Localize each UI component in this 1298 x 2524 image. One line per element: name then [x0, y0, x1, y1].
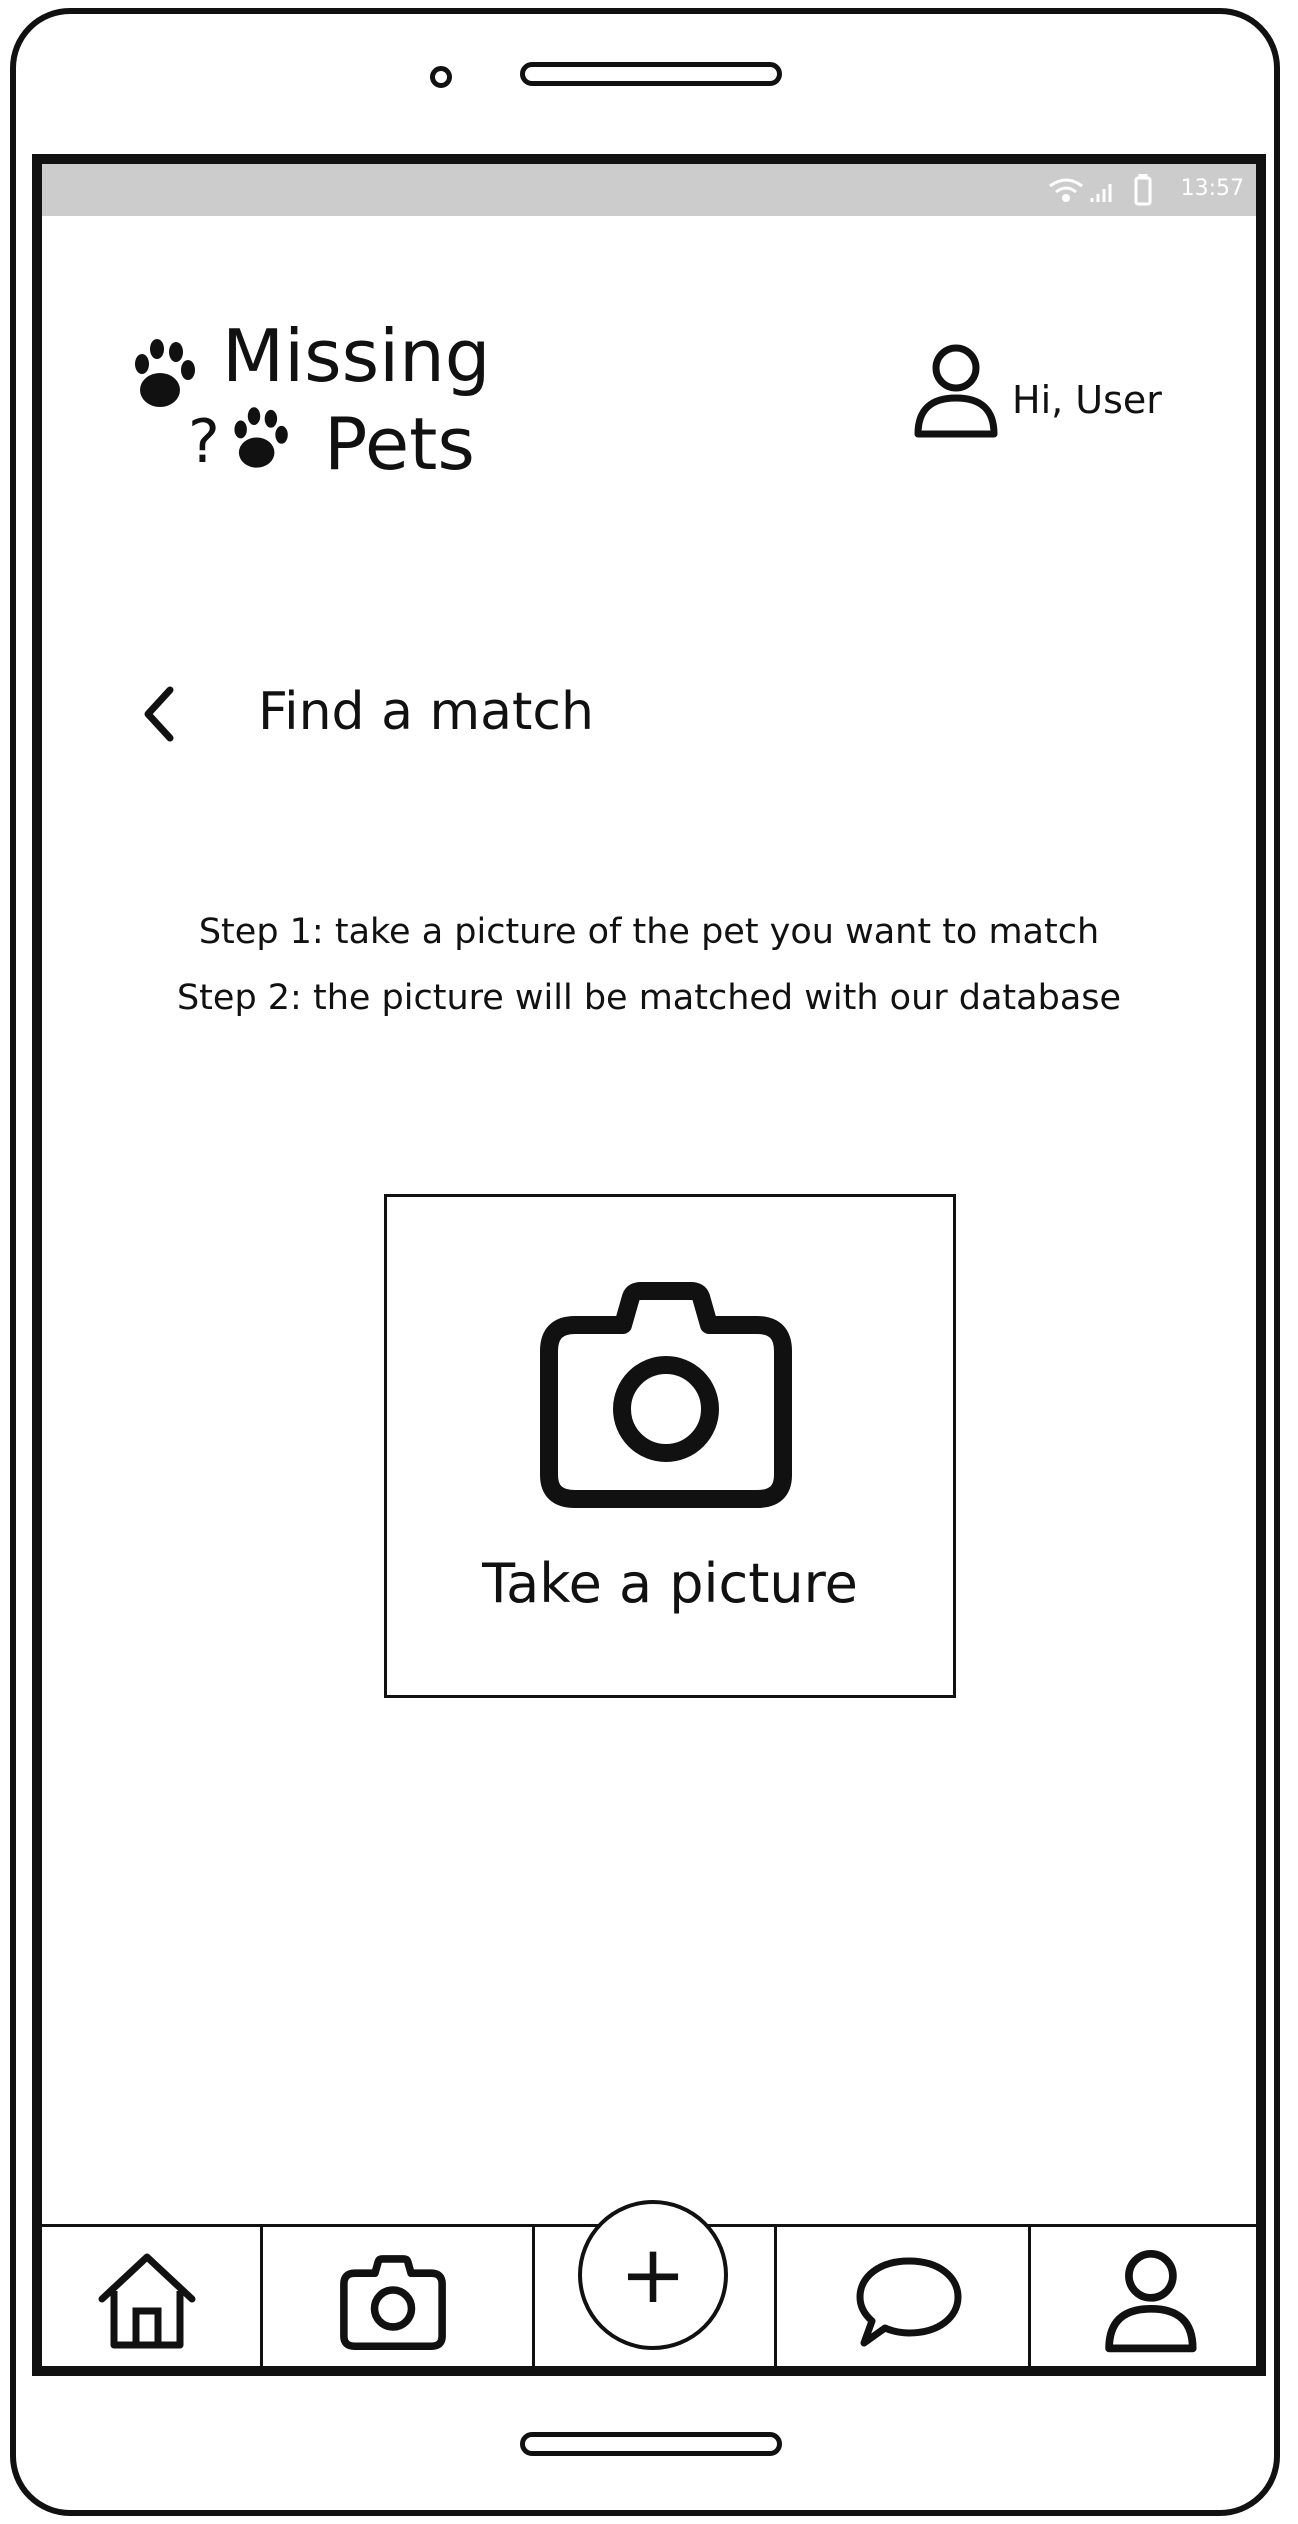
home-icon — [98, 2253, 196, 2349]
page-title: Find a match — [258, 682, 594, 742]
nav-divider — [774, 2227, 777, 2366]
nav-divider — [1028, 2227, 1031, 2366]
logo-text-line1: Missing — [222, 314, 491, 398]
logo-question-mark: ? — [188, 407, 220, 477]
nav-divider — [260, 2227, 263, 2366]
status-icons — [1049, 174, 1152, 206]
add-button[interactable]: + — [578, 2200, 728, 2350]
take-picture-label: Take a picture — [482, 1552, 858, 1615]
nav-profile-button[interactable] — [1102, 2245, 1202, 2355]
camera-icon — [540, 1282, 792, 1508]
nav-camera-button[interactable] — [338, 2253, 448, 2353]
greeting-text: Hi, User — [1012, 378, 1162, 422]
app-logo[interactable]: Missing ? Pets — [130, 312, 550, 492]
status-time: 13:57 — [1180, 176, 1244, 201]
wifi-icon — [1049, 178, 1083, 202]
app-screen: 13:57 Missing ? Pets Hi, User Find a mat… — [32, 154, 1266, 2376]
earpiece-speaker — [520, 62, 782, 86]
instruction-step-1: Step 1: take a picture of the pet you wa… — [198, 912, 1100, 952]
plus-icon: + — [619, 2228, 687, 2321]
chat-icon — [856, 2257, 962, 2347]
paw-icon-2 — [234, 407, 288, 468]
nav-chat-button[interactable] — [854, 2251, 964, 2351]
instruction-step-2: Step 2: the picture will be matched with… — [176, 978, 1122, 1018]
take-picture-button[interactable]: Take a picture — [384, 1194, 956, 1698]
status-bar: 13:57 — [42, 164, 1256, 216]
nav-divider — [532, 2227, 535, 2366]
signal-icon — [1090, 184, 1112, 202]
bottom-speaker — [520, 2432, 782, 2456]
camera-icon — [340, 2255, 446, 2351]
user-icon — [1105, 2249, 1197, 2353]
back-chevron-icon[interactable] — [140, 684, 180, 744]
front-camera-dot — [430, 66, 452, 88]
battery-icon — [1134, 174, 1152, 206]
user-icon — [914, 344, 998, 438]
user-profile-link[interactable]: Hi, User — [912, 340, 1242, 450]
logo-text-line2: Pets — [324, 402, 475, 486]
nav-home-button[interactable] — [92, 2247, 202, 2357]
